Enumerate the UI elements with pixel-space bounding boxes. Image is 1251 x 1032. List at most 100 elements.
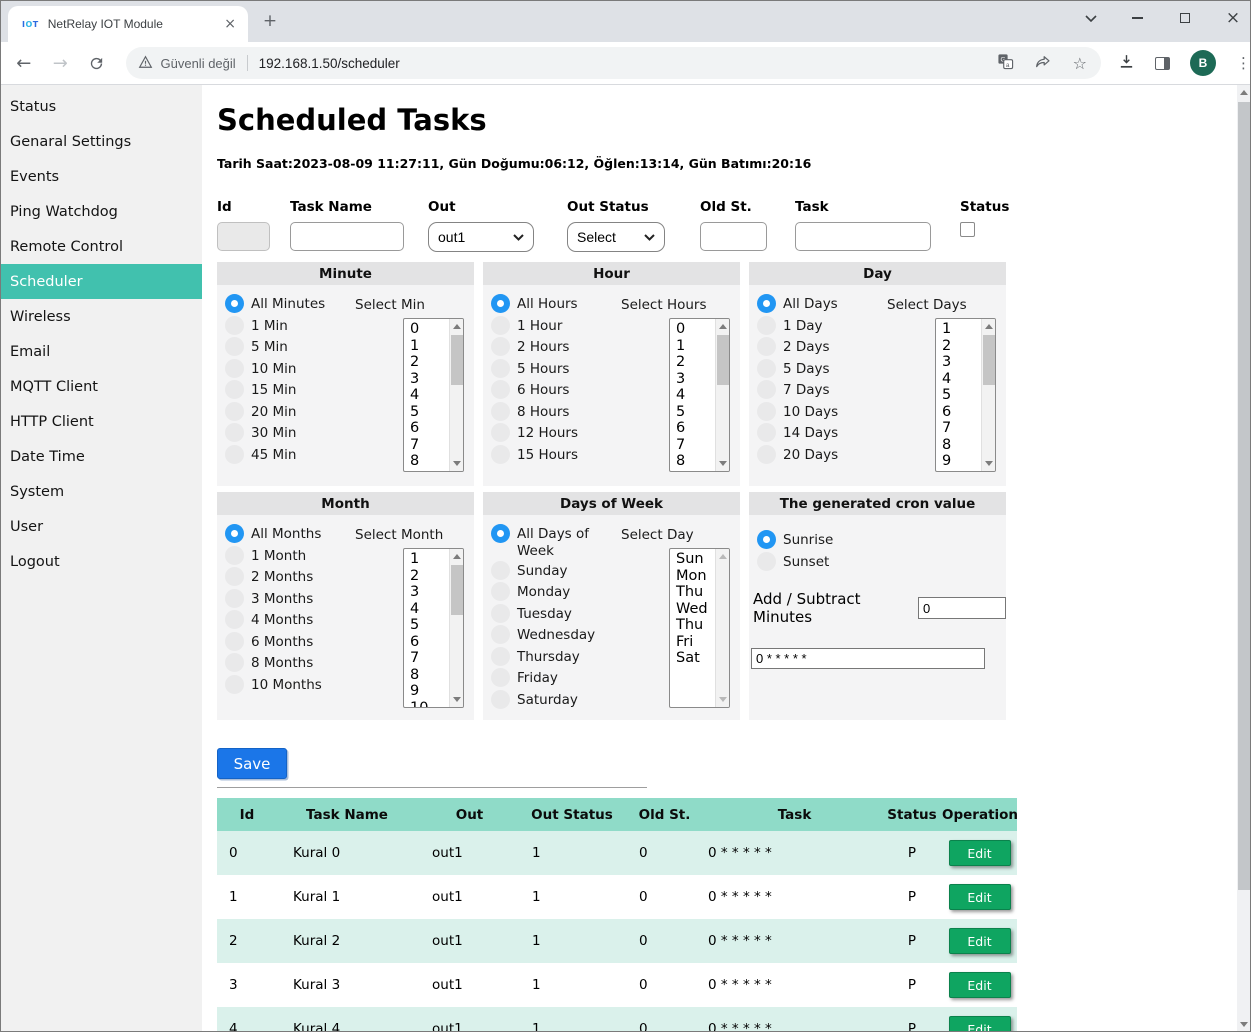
- list-option[interactable]: 3: [410, 584, 428, 601]
- list-option[interactable]: 0: [676, 321, 685, 338]
- reload-icon[interactable]: [87, 53, 107, 73]
- radio-circle[interactable]: [757, 530, 776, 549]
- radio-2-hours[interactable]: 2 Hours: [491, 337, 613, 358]
- radio-circle[interactable]: [757, 359, 776, 378]
- scroll-up-icon[interactable]: [719, 324, 727, 329]
- radio-5-min[interactable]: 5 Min: [225, 337, 347, 358]
- list-option[interactable]: 8: [410, 453, 419, 470]
- sidebar-item-remote-control[interactable]: Remote Control: [0, 229, 202, 264]
- listbox-hour[interactable]: 0123456789: [669, 318, 730, 472]
- scroll-thumb[interactable]: [451, 565, 463, 615]
- scroll-down-icon[interactable]: [985, 461, 993, 466]
- list-option[interactable]: Sun: [676, 551, 708, 568]
- radio-circle[interactable]: [225, 632, 244, 651]
- listbox-scrollbar[interactable]: [449, 549, 463, 707]
- forward-icon[interactable]: →: [51, 53, 71, 73]
- list-option[interactable]: 6: [942, 404, 960, 421]
- scroll-up-icon[interactable]: [1240, 90, 1248, 95]
- list-option[interactable]: 3: [942, 354, 960, 371]
- radio-select-min[interactable]: Select Min: [348, 294, 425, 314]
- radio-circle[interactable]: [757, 445, 776, 464]
- sidebar-item-events[interactable]: Events: [0, 159, 202, 194]
- radio-3-months[interactable]: 3 Months: [225, 589, 347, 610]
- radio-all-minutes[interactable]: All Minutes: [225, 294, 347, 315]
- radio-7-days[interactable]: 7 Days: [757, 380, 879, 401]
- radio-sunrise[interactable]: Sunrise: [757, 530, 833, 551]
- radio-sunset[interactable]: Sunset: [757, 552, 833, 573]
- out-select[interactable]: out1: [428, 222, 534, 252]
- radio-circle[interactable]: [757, 380, 776, 399]
- radio-circle[interactable]: [225, 445, 244, 464]
- radio-6-hours[interactable]: 6 Hours: [491, 380, 613, 401]
- security-label[interactable]: Güvenli değil: [161, 56, 236, 71]
- scroll-down-icon[interactable]: [719, 461, 727, 466]
- edit-button[interactable]: Edit: [949, 884, 1011, 910]
- list-option[interactable]: 8: [942, 437, 960, 454]
- scroll-down-icon[interactable]: [719, 697, 727, 702]
- radio-10-months[interactable]: 10 Months: [225, 675, 347, 696]
- save-button[interactable]: Save: [217, 748, 287, 779]
- close-icon[interactable]: ×: [1223, 8, 1243, 28]
- radio-tuesday[interactable]: Tuesday: [491, 604, 613, 625]
- radio-circle[interactable]: [491, 294, 510, 313]
- list-option[interactable]: 5: [410, 404, 419, 421]
- radio-circle[interactable]: [757, 552, 776, 571]
- radio-circle[interactable]: [225, 675, 244, 694]
- radio-20-days[interactable]: 20 Days: [757, 445, 879, 466]
- edit-button[interactable]: Edit: [949, 1016, 1011, 1032]
- new-tab-button[interactable]: +: [258, 9, 282, 33]
- radio-circle[interactable]: [757, 423, 776, 442]
- sidebar-item-genaral-settings[interactable]: Genaral Settings: [0, 124, 202, 159]
- scroll-up-icon[interactable]: [985, 324, 993, 329]
- share-icon[interactable]: [1035, 54, 1052, 73]
- radio-1-min[interactable]: 1 Min: [225, 316, 347, 337]
- listbox-month[interactable]: 12345678910: [403, 548, 464, 708]
- tab-close-icon[interactable]: ×: [222, 17, 238, 31]
- translate-icon[interactable]: Ga: [997, 53, 1014, 74]
- kebab-menu-icon[interactable]: ⋮: [1236, 54, 1251, 72]
- minimize-icon[interactable]: [1127, 8, 1147, 28]
- radio-30-min[interactable]: 30 Min: [225, 423, 347, 444]
- list-option[interactable]: 2: [410, 568, 428, 585]
- list-option[interactable]: 6: [410, 634, 428, 651]
- radio-all-months[interactable]: All Months: [225, 524, 347, 545]
- sidebar-item-user[interactable]: User: [0, 509, 202, 544]
- radio-circle[interactable]: [491, 380, 510, 399]
- profile-avatar[interactable]: B: [1190, 50, 1216, 76]
- scroll-thumb[interactable]: [451, 335, 463, 385]
- radio-circle[interactable]: [491, 524, 510, 543]
- list-option[interactable]: 7: [410, 437, 419, 454]
- list-option[interactable]: 6: [410, 420, 419, 437]
- radio-all-hours[interactable]: All Hours: [491, 294, 613, 315]
- radio-45-min[interactable]: 45 Min: [225, 445, 347, 466]
- radio-all-days[interactable]: All Days: [757, 294, 879, 315]
- radio-circle[interactable]: [491, 445, 510, 464]
- warning-icon[interactable]: [138, 54, 153, 73]
- list-option[interactable]: 1: [410, 551, 428, 568]
- list-option[interactable]: 4: [942, 371, 960, 388]
- radio-circle[interactable]: [491, 402, 510, 421]
- list-option[interactable]: 1: [942, 321, 960, 338]
- list-option[interactable]: 7: [410, 650, 428, 667]
- radio-circle[interactable]: [757, 402, 776, 421]
- list-option[interactable]: Thu: [676, 584, 708, 601]
- list-option[interactable]: 4: [676, 387, 685, 404]
- sidebar-item-email[interactable]: Email: [0, 334, 202, 369]
- radio-circle[interactable]: [491, 625, 510, 644]
- radio-circle[interactable]: [225, 653, 244, 672]
- radio-saturday[interactable]: Saturday: [491, 690, 613, 711]
- radio-circle[interactable]: [225, 294, 244, 313]
- scroll-thumb[interactable]: [1238, 102, 1250, 890]
- radio-circle[interactable]: [225, 402, 244, 421]
- scroll-up-icon[interactable]: [453, 554, 461, 559]
- out-status-select[interactable]: Select: [567, 222, 665, 252]
- radio-6-months[interactable]: 6 Months: [225, 632, 347, 653]
- radio-wednesday[interactable]: Wednesday: [491, 625, 613, 646]
- status-checkbox[interactable]: [960, 222, 975, 237]
- list-option[interactable]: 9: [676, 470, 685, 473]
- radio-sunday[interactable]: Sunday: [491, 561, 613, 582]
- radio-select-month[interactable]: Select Month: [348, 524, 443, 544]
- task-input[interactable]: [795, 222, 931, 251]
- radio-monday[interactable]: Monday: [491, 582, 613, 603]
- list-option[interactable]: 10: [410, 700, 428, 709]
